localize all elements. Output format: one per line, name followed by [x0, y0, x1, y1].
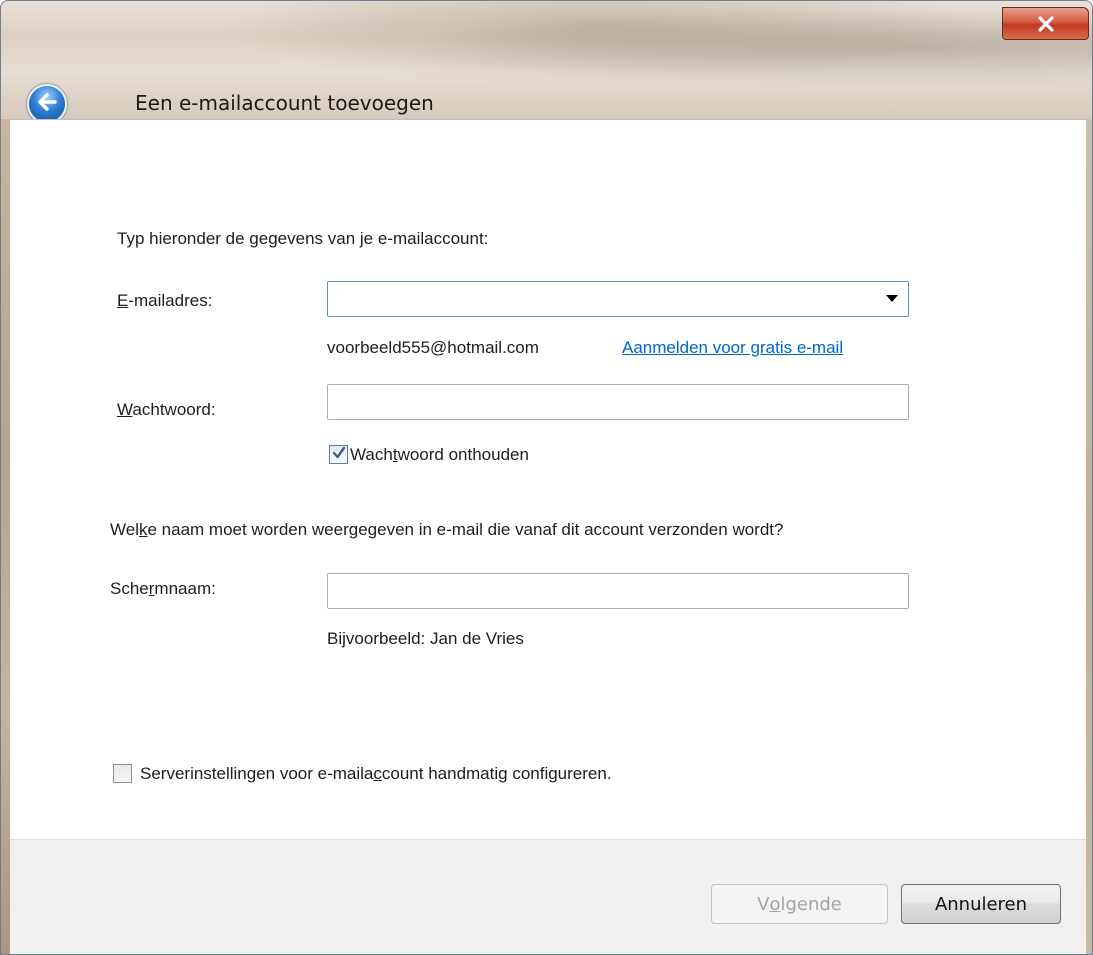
email-example: voorbeeld555@hotmail.com [327, 338, 539, 357]
dropdown-arrow-icon[interactable] [886, 295, 898, 302]
window-frame-left [1, 119, 10, 954]
password-field[interactable] [327, 384, 909, 420]
password-label: Wachtwoord: [117, 400, 216, 419]
back-button[interactable] [27, 84, 67, 124]
checkmark-icon [332, 446, 346, 464]
display-name-label: Schermnaam: [110, 579, 216, 598]
content-pane [10, 119, 1086, 839]
email-label: E-mailadres: [117, 291, 213, 310]
signup-link[interactable]: Aanmelden voor gratis e-mail [622, 338, 843, 358]
cancel-button[interactable]: Annuleren [901, 884, 1061, 924]
email-combobox[interactable] [327, 281, 909, 317]
next-button[interactable]: Vo lgende [711, 884, 888, 924]
remember-password-checkbox[interactable] [329, 445, 348, 464]
close-icon [1037, 15, 1055, 32]
display-name-input[interactable] [328, 574, 908, 608]
window-title: Een e-mailaccount toevoegen [135, 91, 434, 115]
email-input[interactable] [328, 282, 908, 316]
display-name-question: Welke naam moet worden weergegeven in e-… [110, 520, 784, 539]
manual-config-checkbox[interactable] [113, 764, 132, 783]
back-arrow-icon [36, 92, 58, 117]
display-name-example: Bijvoorbeeld: Jan de Vries [327, 629, 524, 648]
password-input[interactable] [328, 385, 908, 419]
manual-config-label[interactable]: Serverinstellingen voor e-mailaccount ha… [140, 764, 612, 784]
remember-password-label[interactable]: Wachtwoord onthouden [350, 445, 529, 465]
close-button[interactable] [1002, 7, 1089, 40]
dialog-window: Een e-mailaccount toevoegen Typ hieronde… [0, 0, 1093, 955]
intro-text: Typ hieronder de gegevens van je e-maila… [117, 229, 489, 248]
display-name-field[interactable] [327, 573, 909, 609]
